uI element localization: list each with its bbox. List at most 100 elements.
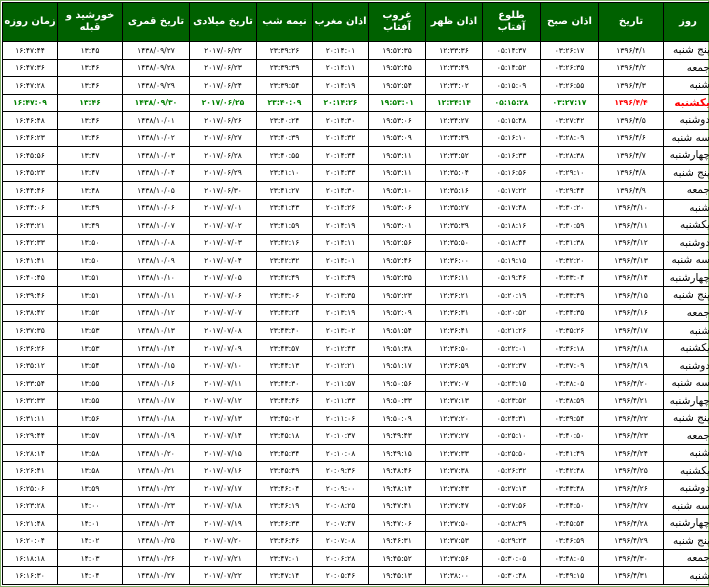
cell-lunar-date: ۱۴۳۸/۱۰/۰۴ xyxy=(122,163,190,183)
cell-sunrise: ۰۵:۱۸:۴۴ xyxy=(482,233,541,253)
cell-fajr-azan: ۰۳:۳۱:۳۸ xyxy=(540,233,599,253)
cell-day: شنبه xyxy=(663,321,709,340)
cell-qibla-sun: ۱۳:۵۰ xyxy=(57,251,123,270)
cell-day: جمعه xyxy=(663,426,709,445)
cell-fajr-azan: ۰۳:۴۳:۴۸ xyxy=(540,478,599,498)
cell-sunrise: ۰۵:۲۳:۵۲ xyxy=(482,391,541,410)
cell-shamsi-date: ۱۳۹۶/۴/۳ xyxy=(598,76,664,95)
table-row: سه شنبه ۱۳۹۶/۴/۲۷ ۰۳:۴۴:۵۰ ۰۵:۲۷:۵۶ ۱۲:۳۷:۴۷… xyxy=(2,496,709,515)
table-row: دوشنبه ۱۳۹۶/۴/۲۶ ۰۳:۴۳:۴۸ ۰۵:۲۷:۱۳ ۱۲:۳۷:۴۳ ۱… xyxy=(2,478,709,498)
cell-lunar-date: ۱۴۳۸/۱۰/۲۷ xyxy=(122,566,190,585)
cell-dhuhr-azan: ۱۲:۳۴:۰۲ xyxy=(425,76,483,95)
cell-lunar-date: ۱۴۳۸/۱۰/۰۶ xyxy=(122,198,190,218)
cell-fasting-duration: ۱۶:۴۷:۳۶ xyxy=(2,58,58,78)
cell-lunar-date: ۱۴۳۸/۱۰/۰۱ xyxy=(122,111,190,130)
cell-day: پنج شنبه xyxy=(663,531,709,550)
cell-day: دوشنبه xyxy=(663,233,709,253)
cell-fajr-azan: ۰۳:۴۶:۵۹ xyxy=(540,531,599,550)
cell-fajr-azan: ۰۳:۳۰:۵۹ xyxy=(540,216,599,235)
cell-sunset: ۱۹:۵۳:۰۹ xyxy=(368,128,426,148)
cell-gregorian-date: ۲۰۱۷/۰۷/۰۶ xyxy=(189,286,257,305)
cell-fajr-azan: ۰۳:۴۴:۵۰ xyxy=(540,496,599,515)
cell-fajr-azan: ۰۳:۳۷:۰۹ xyxy=(540,356,599,375)
cell-sunset: ۱۹:۵۰:۳۳ xyxy=(368,391,426,410)
cell-fajr-azan: ۰۳:۲۷:۱۷ xyxy=(540,93,599,113)
cell-dhuhr-azan: ۱۲:۳۶:۵۰ xyxy=(425,338,483,358)
cell-fasting-duration: ۱۶:۴۳:۲۱ xyxy=(2,216,58,235)
cell-dhuhr-azan: ۱۲:۳۶:۵۹ xyxy=(425,356,483,375)
cell-fasting-duration: ۱۶:۱۸:۱۸ xyxy=(2,548,58,568)
cell-fajr-azan: ۰۳:۳۸:۵۹ xyxy=(540,391,599,410)
cell-sunrise: ۰۵:۲۸:۳۹ xyxy=(482,513,541,533)
cell-gregorian-date: ۲۰۱۷/۰۷/۱۶ xyxy=(189,461,257,480)
table-row: شنبه ۱۳۹۶/۴/۳۱ ۰۳:۴۹:۱۵ ۰۵:۳۰:۴۸ ۱۲:۳۸:۰۰ ۱۹:… xyxy=(2,566,709,585)
cell-shamsi-date: ۱۳۹۶/۴/۵ xyxy=(598,111,664,130)
cell-maghrib-azan: ۲۰:۱۳:۳۵ xyxy=(312,286,369,305)
cell-shamsi-date: ۱۳۹۶/۴/۲۱ xyxy=(598,391,664,410)
cell-maghrib-azan: ۲۰:۱۱:۰۶ xyxy=(312,408,369,428)
cell-dhuhr-azan: ۱۲:۳۷:۲۷ xyxy=(425,426,483,445)
cell-dhuhr-azan: ۱۲:۳۷:۱۳ xyxy=(425,391,483,410)
cell-sunrise: ۰۵:۱۶:۳۳ xyxy=(482,146,541,165)
cell-maghrib-azan: ۲۰:۱۴:۱۹ xyxy=(312,216,369,235)
cell-dhuhr-azan: ۱۲:۳۶:۰۰ xyxy=(425,251,483,270)
cell-dhuhr-azan: ۱۲:۳۶:۳۱ xyxy=(425,303,483,323)
cell-qibla-sun: ۱۴:۰۳ xyxy=(57,548,123,568)
cell-midnight: ۲۳:۴۳:۵۷ xyxy=(256,338,313,358)
cell-dhuhr-azan: ۱۲:۳۷:۲۰ xyxy=(425,408,483,428)
cell-gregorian-date: ۲۰۱۷/۰۷/۰۸ xyxy=(189,321,257,340)
cell-day: پنج شنبه xyxy=(663,408,709,428)
cell-sunset: ۱۹:۵۲:۰۹ xyxy=(368,303,426,323)
cell-fajr-azan: ۰۳:۴۱:۴۹ xyxy=(540,443,599,463)
table-row: سه شنبه ۱۳۹۶/۴/۲۰ ۰۳:۳۸:۰۵ ۰۵:۲۳:۱۵ ۱۲:۳۷:۰۷… xyxy=(2,373,709,393)
table-row: یکشنبه ۱۳۹۶/۴/۴ ۰۳:۲۷:۱۷ ۰۵:۱۵:۲۸ ۱۲:۳۴:۱۴ ۱۹… xyxy=(2,93,709,113)
cell-fasting-duration: ۱۶:۲۳:۲۸ xyxy=(2,496,58,515)
cell-dhuhr-azan: ۱۲:۳۷:۰۷ xyxy=(425,373,483,393)
cell-gregorian-date: ۲۰۱۷/۰۷/۱۴ xyxy=(189,426,257,445)
cell-fasting-duration: ۱۶:۳۹:۴۶ xyxy=(2,286,58,305)
cell-gregorian-date: ۲۰۱۷/۰۶/۲۵ xyxy=(189,93,257,113)
cell-lunar-date: ۱۴۳۸/۱۰/۱۶ xyxy=(122,373,190,393)
cell-lunar-date: ۱۴۳۸/۱۰/۱۹ xyxy=(122,426,190,445)
cell-dhuhr-azan: ۱۲:۳۷:۳۳ xyxy=(425,443,483,463)
cell-day: شنبه xyxy=(663,566,709,585)
cell-fasting-duration: ۱۶:۳۳:۵۴ xyxy=(2,373,58,393)
table-row: جمعه ۱۳۹۶/۴/۲ ۰۳:۲۶:۳۵ ۰۵:۱۴:۵۲ ۱۲:۳۳:۴۹ ۱۹:۵… xyxy=(2,58,709,78)
cell-qibla-sun: ۱۳:۴۹ xyxy=(57,198,123,218)
cell-day: سه شنبه xyxy=(663,251,709,270)
cell-gregorian-date: ۲۰۱۷/۰۷/۰۱ xyxy=(189,198,257,218)
cell-fajr-azan: ۰۳:۲۸:۳۸ xyxy=(540,146,599,165)
prayer-times-table: روز تاریخ اذان صبح طلوع آفتاب اذان ظهر غروب آ… xyxy=(2,2,709,585)
cell-shamsi-date: ۱۳۹۶/۴/۲۲ xyxy=(598,408,664,428)
cell-fajr-azan: ۰۳:۳۳:۴۹ xyxy=(540,286,599,305)
cell-day: چهارشنبه xyxy=(663,391,709,410)
cell-fajr-azan: ۰۳:۳۴:۳۵ xyxy=(540,303,599,323)
cell-day: یکشنبه xyxy=(663,93,709,113)
header-maghrib-azan: اذان مغرب xyxy=(312,2,369,42)
cell-lunar-date: ۱۴۳۸/۱۰/۲۵ xyxy=(122,531,190,550)
cell-dhuhr-azan: ۱۲:۳۷:۳۸ xyxy=(425,461,483,480)
cell-shamsi-date: ۱۳۹۶/۴/۱۴ xyxy=(598,268,664,288)
cell-maghrib-azan: ۲۰:۱۴:۰۱ xyxy=(312,41,369,60)
cell-gregorian-date: ۲۰۱۷/۰۷/۱۹ xyxy=(189,513,257,533)
cell-shamsi-date: ۱۳۹۶/۴/۷ xyxy=(598,146,664,165)
cell-maghrib-azan: ۲۰:۰۵:۴۶ xyxy=(312,566,369,585)
cell-gregorian-date: ۲۰۱۷/۰۶/۳۰ xyxy=(189,181,257,200)
cell-shamsi-date: ۱۳۹۶/۴/۳۱ xyxy=(598,566,664,585)
cell-sunset: ۱۹:۵۲:۲۳ xyxy=(368,286,426,305)
cell-lunar-date: ۱۴۳۸/۰۹/۳۰ xyxy=(122,93,190,113)
cell-qibla-sun: ۱۴:۰۲ xyxy=(57,531,123,550)
cell-gregorian-date: ۲۰۱۷/۰۶/۲۶ xyxy=(189,111,257,130)
cell-sunrise: ۰۵:۱۵:۰۹ xyxy=(482,76,541,95)
cell-shamsi-date: ۱۳۹۶/۴/۱۵ xyxy=(598,286,664,305)
cell-midnight: ۲۳:۴۴:۱۳ xyxy=(256,356,313,375)
cell-fasting-duration: ۱۶:۴۶:۴۸ xyxy=(2,111,58,130)
cell-day: دوشنبه xyxy=(663,111,709,130)
cell-qibla-sun: ۱۳:۵۸ xyxy=(57,443,123,463)
cell-shamsi-date: ۱۳۹۶/۴/۲۰ xyxy=(598,373,664,393)
cell-qibla-sun: ۱۳:۵۱ xyxy=(57,286,123,305)
cell-gregorian-date: ۲۰۱۷/۰۷/۱۷ xyxy=(189,478,257,498)
cell-maghrib-azan: ۲۰:۱۴:۳۳ xyxy=(312,163,369,183)
cell-shamsi-date: ۱۳۹۶/۴/۲۷ xyxy=(598,496,664,515)
cell-shamsi-date: ۱۳۹۶/۴/۸ xyxy=(598,163,664,183)
